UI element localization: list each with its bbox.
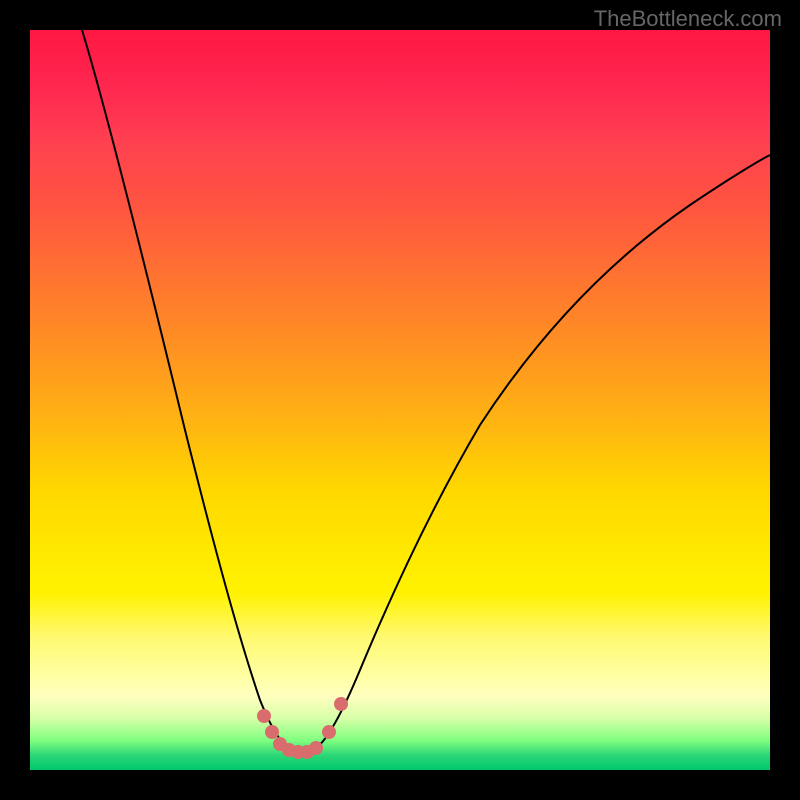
chart-container bbox=[30, 30, 770, 770]
watermark-text: TheBottleneck.com bbox=[594, 6, 782, 32]
gradient-background bbox=[30, 30, 770, 770]
